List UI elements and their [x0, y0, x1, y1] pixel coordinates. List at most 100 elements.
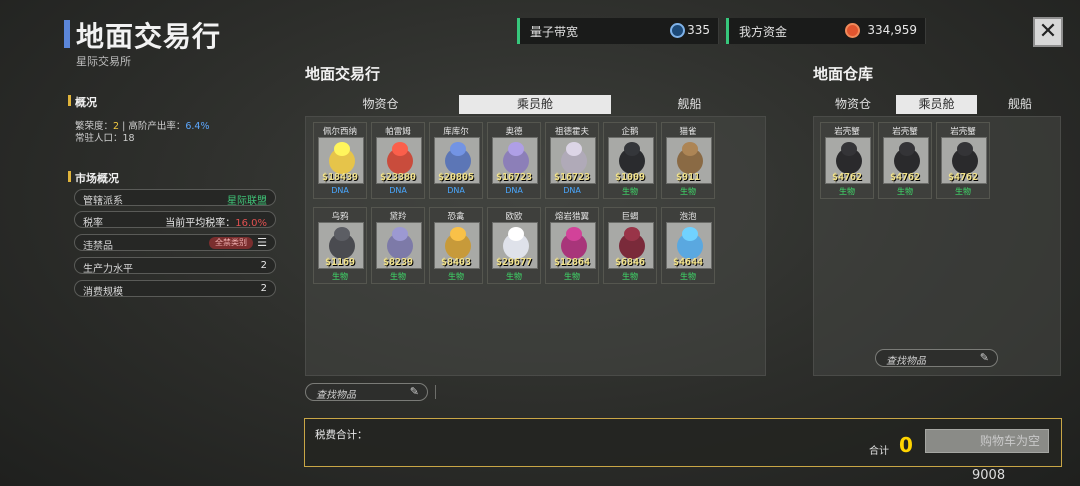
contraband-badge: 全禁类别 — [209, 237, 253, 249]
item-type-tag: DNA — [563, 186, 581, 195]
pencil-icon: ✎ — [409, 385, 419, 398]
consumption-row: 消费规模 2 — [74, 280, 276, 298]
funds-display: 我方资金 334,959 — [726, 18, 926, 44]
item-name: 熔岩猎翼 — [554, 212, 589, 222]
market-item-card[interactable]: 帕雷姆 $23380 DNA — [371, 122, 425, 199]
productivity-row: 生产力水平 2 — [74, 257, 276, 275]
tab-warehouse-ships[interactable]: 舰船 — [980, 95, 1060, 114]
market-item-card[interactable]: 祖德霍夫 $16723 DNA — [545, 122, 599, 199]
quantum-bandwidth-value: 335 — [687, 23, 710, 37]
total-value: 0 — [899, 433, 913, 457]
market-item-card[interactable]: 佩尔西纳 $18439 DNA — [313, 122, 367, 199]
page-title: 地面交易行 — [76, 20, 222, 53]
market-overview-accent — [68, 171, 71, 182]
item-type-tag: 生物 — [390, 272, 406, 281]
item-type-tag: 生物 — [680, 272, 696, 281]
item-type-tag: 生物 — [622, 187, 638, 196]
market-item-card[interactable]: 巨蝎 $6846 生物 — [603, 207, 657, 284]
consumption-label: 消费规模 — [83, 287, 123, 298]
item-name: 黛羚 — [389, 212, 407, 222]
item-type-tag: 生物 — [680, 187, 696, 196]
warehouse-item-card[interactable]: 岩壳蟹 $4762 生物 — [936, 122, 990, 199]
item-name: 恐禽 — [447, 212, 465, 222]
warehouse-item-card[interactable]: 岩壳蟹 $4762 生物 — [878, 122, 932, 199]
faction-value: 星际联盟 — [227, 196, 267, 207]
item-type-tag: 生物 — [332, 272, 348, 281]
market-title: 地面交易行 — [305, 65, 381, 83]
contraband-row[interactable]: 违禁品 全禁类别 ☰ — [74, 234, 276, 252]
item-type-tag: DNA — [447, 186, 465, 195]
quantum-bandwidth-display: 量子带宽 335 — [517, 18, 719, 44]
cart-button[interactable]: 购物车为空 — [925, 429, 1049, 453]
market-search-placeholder: 查找物品 — [316, 390, 356, 401]
market-item-card[interactable]: 库库尔 $20805 DNA — [429, 122, 483, 199]
market-item-card[interactable]: 熔岩猎翼 $12864 生物 — [545, 207, 599, 284]
output-value: 6.4% — [185, 121, 210, 132]
avg-tax-label: 当前平均税率： — [165, 218, 236, 229]
faction-row: 管辖派系 星际联盟 — [74, 189, 276, 207]
market-item-card[interactable]: 奥德 $16723 DNA — [487, 122, 541, 199]
item-type-tag: 生物 — [897, 187, 913, 196]
contraband-label: 违禁品 — [83, 241, 113, 252]
tax-rate-value: 当前平均税率：16.0% — [165, 214, 267, 229]
market-item-card[interactable]: 企鹅 $1009 生物 — [603, 122, 657, 199]
funds-value: 334,959 — [867, 23, 917, 37]
quantum-bandwidth-label: 量子带宽 — [530, 25, 579, 39]
funds-label: 我方资金 — [739, 25, 788, 39]
item-name: 岩壳蟹 — [892, 127, 918, 137]
market-item-card[interactable]: 猫雀 $911 生物 — [661, 122, 715, 199]
item-type-tag: 生物 — [506, 272, 522, 281]
tab-market-supplies[interactable]: 物资仓 — [305, 95, 456, 114]
tab-market-ships[interactable]: 舰船 — [614, 95, 765, 114]
funds-icon — [845, 23, 860, 38]
item-name: 企鹅 — [621, 127, 639, 137]
item-type-tag: DNA — [331, 186, 349, 195]
overview-accent — [68, 95, 71, 106]
item-name: 岩壳蟹 — [950, 127, 976, 137]
item-type-tag: DNA — [505, 186, 523, 195]
productivity-label: 生产力水平 — [83, 264, 133, 275]
market-item-card[interactable]: 黛羚 $8239 生物 — [371, 207, 425, 284]
population-label: 常驻人口： — [75, 133, 123, 144]
title-accent-bar — [64, 20, 70, 48]
market-search-input[interactable]: 查找物品 ✎ — [305, 383, 428, 401]
market-item-card[interactable]: 欧欧 $29677 生物 — [487, 207, 541, 284]
tab-warehouse-supplies[interactable]: 物资仓 — [813, 95, 893, 114]
pencil-icon: ✎ — [979, 351, 989, 364]
page-subtitle: 星际交易所 — [76, 55, 131, 68]
item-name: 岩壳蟹 — [834, 127, 860, 137]
item-type-tag: DNA — [389, 186, 407, 195]
close-icon[interactable]: ✕ — [1039, 19, 1057, 44]
item-name: 奥德 — [505, 127, 523, 137]
item-name: 佩尔西纳 — [322, 127, 357, 137]
population-value: 18 — [122, 133, 135, 144]
list-icon[interactable]: ☰ — [257, 236, 267, 249]
avg-tax-value: 16.0% — [235, 218, 267, 229]
market-item-card[interactable]: 乌鸦 $1169 生物 — [313, 207, 367, 284]
warehouse-search-input[interactable]: 查找物品 ✎ — [875, 349, 998, 367]
total-label: 合计 — [869, 446, 889, 457]
tab-market-crew[interactable]: 乘员舱 — [459, 95, 611, 114]
faction-label: 管辖派系 — [83, 196, 123, 207]
warehouse-title: 地面仓库 — [813, 65, 874, 83]
item-type-tag: 生物 — [564, 272, 580, 281]
population-line: 常驻人口：18 — [75, 130, 135, 144]
item-type-tag: 生物 — [622, 272, 638, 281]
item-name: 猫雀 — [679, 127, 697, 137]
tax-rate-row: 税率 当前平均税率：16.0% — [74, 211, 276, 229]
footer-code: 9008 — [972, 468, 1006, 483]
consumption-value: 2 — [260, 283, 267, 294]
item-name: 欧欧 — [505, 212, 523, 222]
market-item-card[interactable]: 泡泡 $4644 生物 — [661, 207, 715, 284]
item-name: 泡泡 — [679, 212, 697, 222]
tab-warehouse-crew[interactable]: 乘员舱 — [896, 95, 977, 114]
warehouse-item-card[interactable]: 岩壳蟹 $4762 生物 — [820, 122, 874, 199]
tax-summary-box: 税费合计： 合计 0 购物车为空 — [304, 418, 1062, 467]
close-button[interactable]: ✕ — [1033, 17, 1063, 47]
item-name: 库库尔 — [443, 127, 469, 137]
productivity-value: 2 — [260, 260, 267, 271]
tax-rate-label: 税率 — [83, 218, 103, 229]
item-name: 巨蝎 — [621, 212, 639, 222]
item-name: 乌鸦 — [331, 212, 349, 222]
market-item-card[interactable]: 恐禽 $8403 生物 — [429, 207, 483, 284]
